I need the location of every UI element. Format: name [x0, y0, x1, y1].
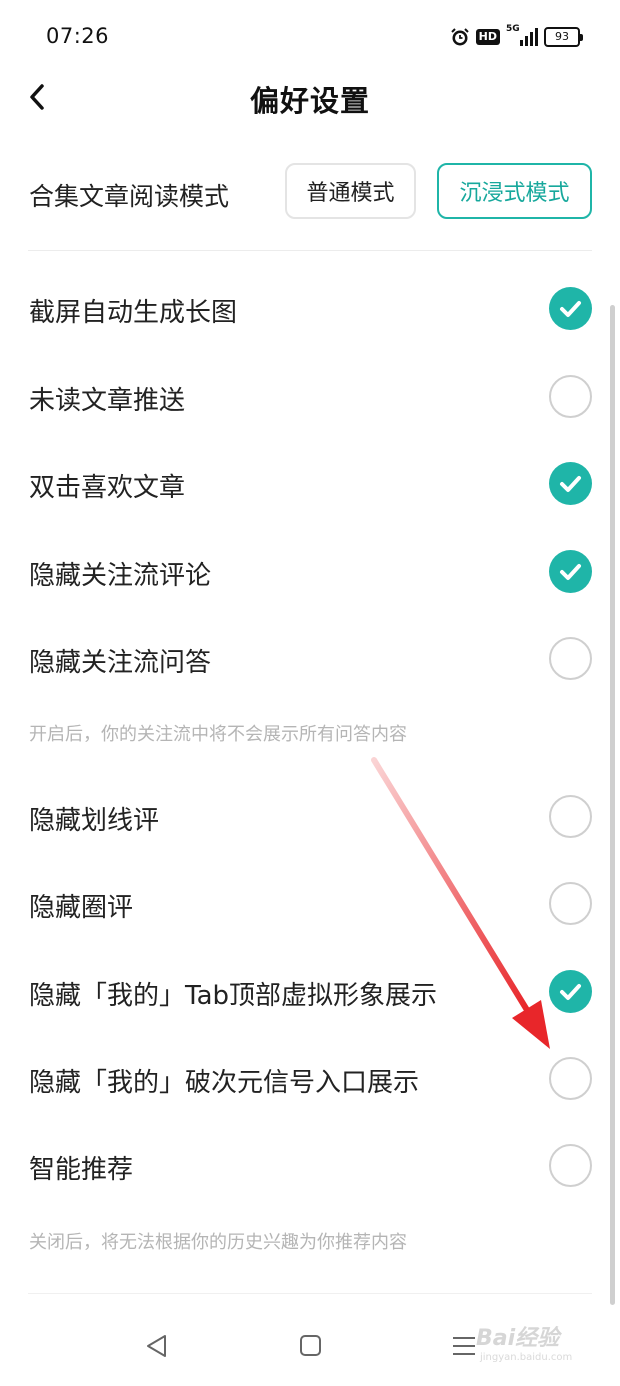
square-home-icon[interactable] — [290, 1328, 330, 1364]
watermark: Bai经验 — [476, 1326, 560, 1351]
annotation-arrow — [371, 757, 550, 1049]
watermark-url: jingyan.baidu.com — [480, 1352, 573, 1363]
system-navbar: Bai经验 jingyan.baidu.com — [0, 1300, 620, 1386]
triangle-back-icon[interactable] — [138, 1328, 178, 1364]
